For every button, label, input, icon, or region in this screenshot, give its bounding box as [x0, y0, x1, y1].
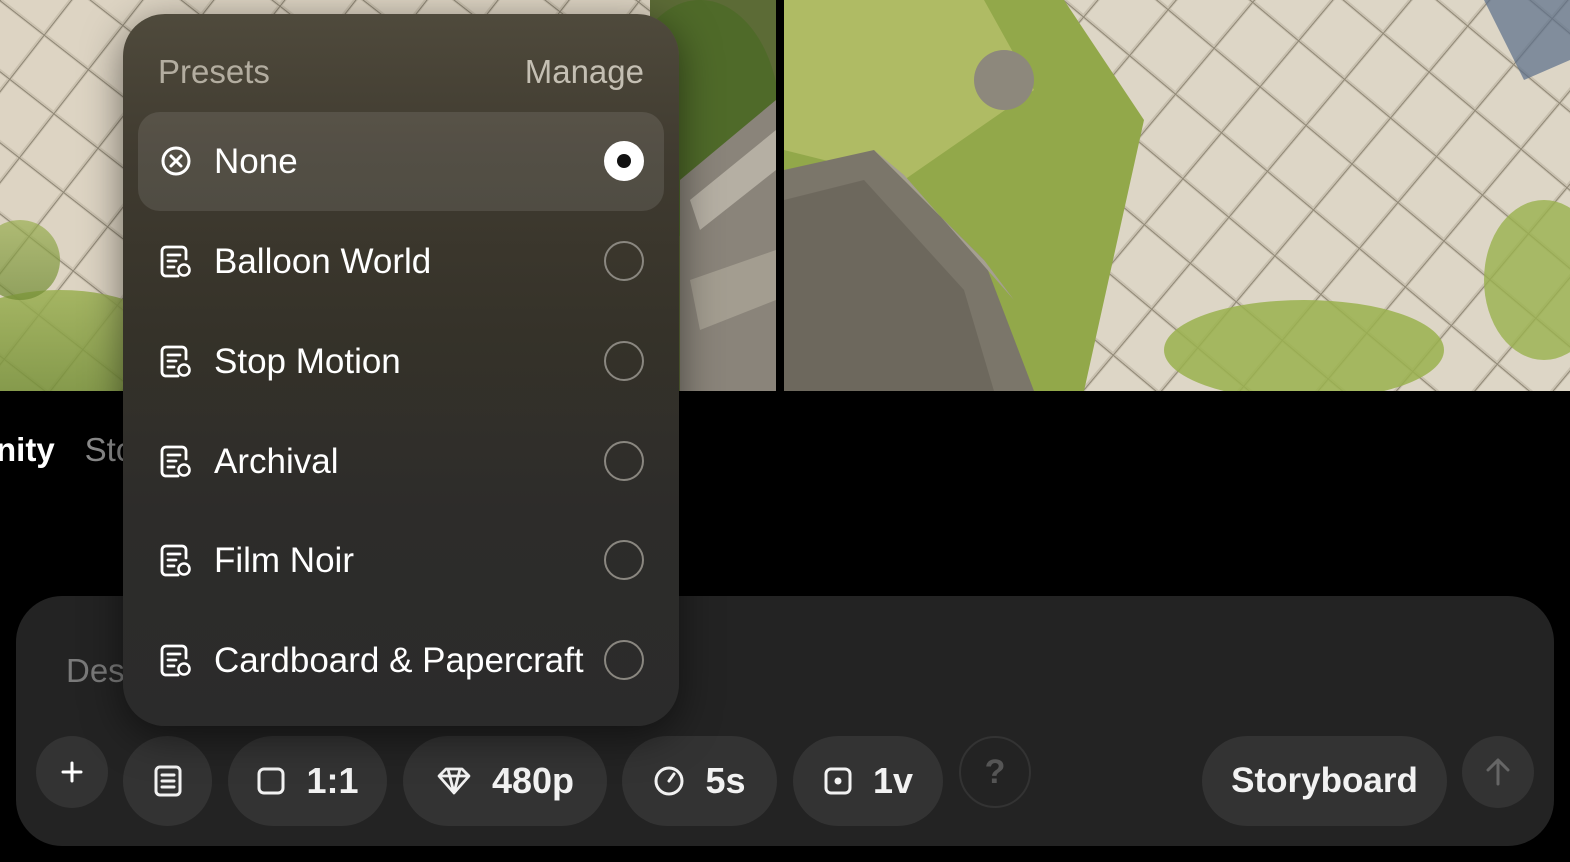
storyboard-button[interactable]: Storyboard	[1202, 736, 1447, 826]
variations-value: 1v	[872, 760, 914, 801]
preset-label: Archival	[214, 441, 339, 481]
presets-header: Presets Manage	[158, 50, 644, 94]
arrow-up-icon	[1485, 757, 1511, 787]
presets-button[interactable]	[123, 736, 212, 826]
preset-radio[interactable]	[604, 141, 644, 181]
preset-document-icon	[160, 345, 192, 379]
preset-document-icon	[160, 644, 192, 678]
preset-label: Balloon World	[214, 241, 432, 281]
preset-item-none[interactable]: None	[138, 112, 664, 211]
preset-item-film-noir[interactable]: Film Noir	[138, 511, 664, 610]
preset-item-stop-motion[interactable]: Stop Motion	[138, 312, 664, 411]
square-icon	[256, 766, 286, 796]
preset-radio[interactable]	[604, 540, 644, 580]
duration-button[interactable]: 5s	[622, 736, 777, 826]
preset-radio[interactable]	[604, 241, 644, 281]
square-dot-icon	[823, 766, 853, 796]
presets-title: Presets	[158, 53, 270, 90]
tab-community[interactable]: nity	[0, 431, 55, 469]
duration-value: 5s	[705, 760, 746, 801]
preset-label: None	[214, 141, 298, 181]
presets-dropdown: Presets Manage None Balloon World Stop M…	[123, 14, 679, 726]
preset-label: Film Noir	[214, 540, 354, 580]
preset-radio[interactable]	[604, 640, 644, 680]
preset-label: Cardboard & Papercraft	[214, 640, 584, 680]
aspect-ratio-button[interactable]: 1:1	[228, 736, 387, 826]
preset-radio[interactable]	[604, 441, 644, 481]
submit-button[interactable]	[1462, 736, 1534, 808]
add-media-button[interactable]	[36, 736, 108, 808]
preset-item-archival[interactable]: Archival	[138, 412, 664, 511]
circle-x-icon	[160, 145, 192, 179]
clock-icon	[653, 765, 685, 797]
preset-item-cardboard-papercraft[interactable]: Cardboard & Papercraft	[138, 611, 664, 710]
preset-document-icon	[160, 544, 192, 578]
variations-button[interactable]: 1v	[793, 736, 943, 826]
preset-label: Stop Motion	[214, 341, 401, 381]
help-button[interactable]: ?	[959, 736, 1031, 808]
document-list-icon	[154, 765, 182, 797]
preset-item-balloon-world[interactable]: Balloon World	[138, 212, 664, 311]
aspect-ratio-value: 1:1	[306, 760, 359, 801]
storyboard-label: Storyboard	[1231, 761, 1418, 800]
plus-icon	[60, 760, 84, 784]
preset-radio[interactable]	[604, 341, 644, 381]
diamond-icon	[436, 766, 472, 796]
generated-video-thumbnail-right[interactable]	[784, 0, 1570, 391]
preset-document-icon	[160, 445, 192, 479]
resolution-button[interactable]: 480p	[403, 736, 607, 826]
manage-presets-link[interactable]: Manage	[525, 53, 644, 91]
resolution-value: 480p	[491, 760, 575, 801]
preset-document-icon	[160, 245, 192, 279]
stone-ruins-scene-image	[784, 0, 1570, 391]
help-label: ?	[984, 752, 1006, 791]
